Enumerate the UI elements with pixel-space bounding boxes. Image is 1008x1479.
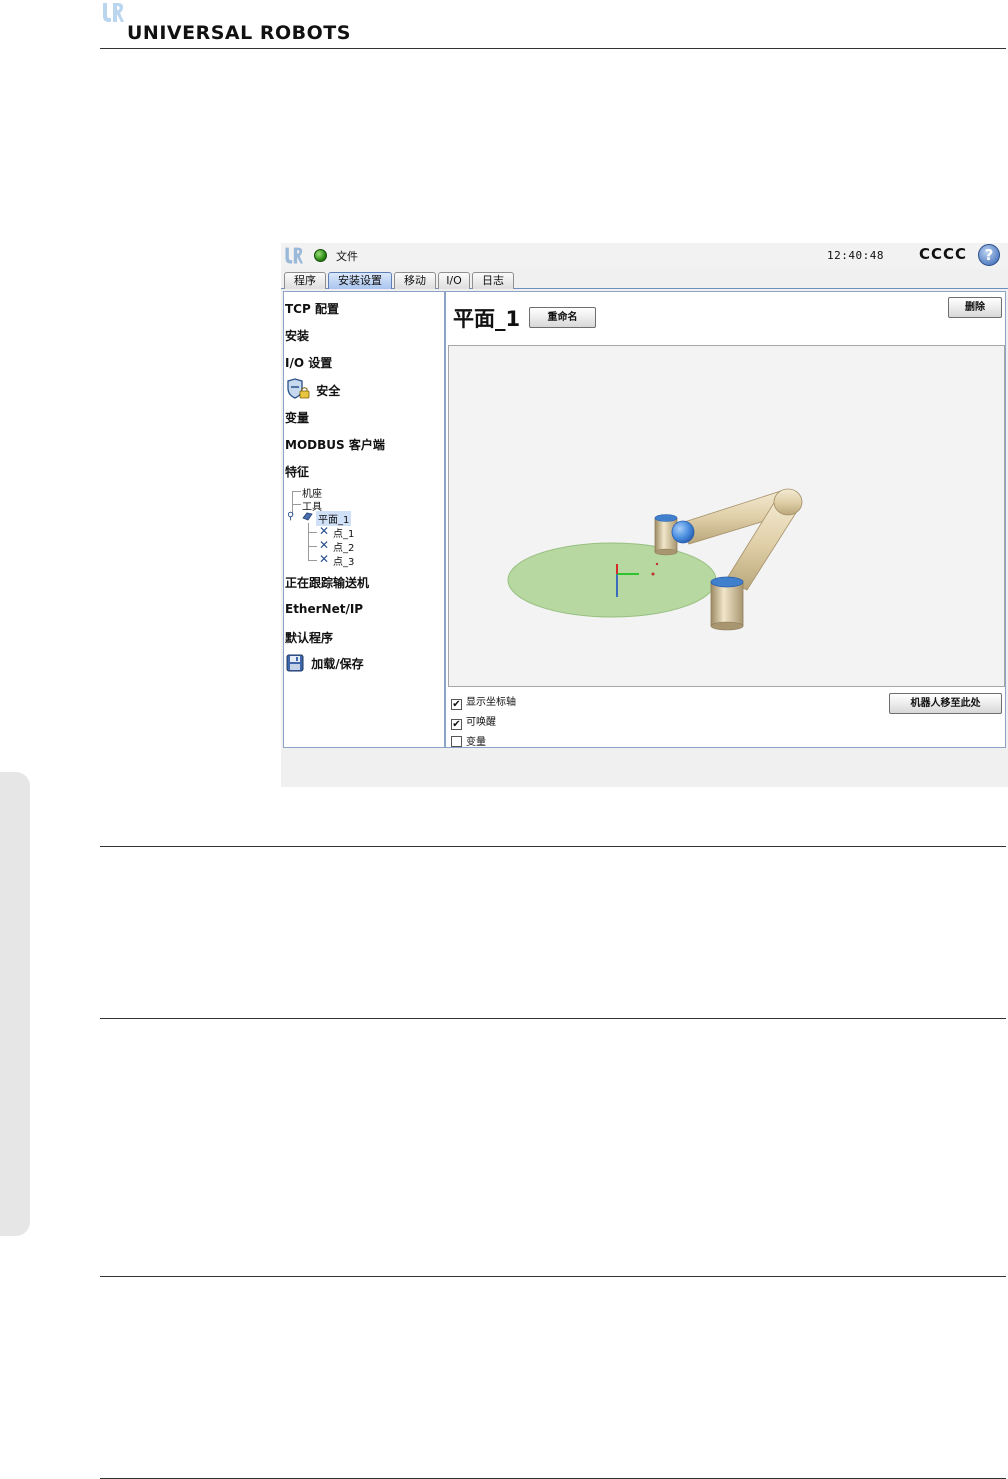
header-rule [100, 48, 1006, 49]
ur-logo-icon [285, 247, 303, 264]
section-rule [100, 846, 1006, 847]
title-bar: 文件 12:40:48 CCCC ? [281, 243, 1008, 269]
variable-checkbox[interactable] [451, 736, 462, 747]
plane-feature-icon [302, 512, 313, 521]
tree-line [308, 532, 317, 533]
floppy-disk-icon [286, 654, 304, 672]
nav-tcp-config[interactable]: TCP 配置 [285, 300, 339, 317]
point-icon: ✕ [319, 524, 330, 538]
point-icon: ✕ [319, 538, 330, 552]
variable-row[interactable]: 变量 [451, 733, 486, 748]
tab-move[interactable]: 移动 [394, 272, 436, 289]
tree-line [292, 491, 301, 492]
tab-log[interactable]: 日志 [472, 272, 514, 289]
tree-line [292, 504, 301, 505]
brand-name: UNIVERSAL ROBOTS [127, 22, 351, 44]
show-axes-label: 显示坐标轴 [466, 697, 516, 708]
polyscope-window: 文件 12:40:48 CCCC ? 程序 安装设置 移动 I/O 日志 TCP… [281, 243, 1008, 787]
tab-installation[interactable]: 安装设置 [328, 272, 392, 289]
robot-wrist-joint [671, 520, 695, 544]
nav-ethernet-ip[interactable]: EtherNet/IP [285, 602, 363, 616]
tree-expand-icon[interactable]: ⚲ [287, 511, 294, 522]
file-menu[interactable]: 文件 [336, 248, 358, 264]
tab-program[interactable]: 程序 [284, 272, 326, 289]
installation-nav: TCP 配置 安装 I/O 设置 安全 变量 MODBUS 客户端 特征 机座 … [283, 291, 445, 748]
robot-base-bottom [710, 621, 744, 631]
robot-3d-view[interactable] [449, 346, 1004, 686]
robot-base [710, 581, 744, 627]
nav-default-program[interactable]: 默认程序 [285, 629, 333, 646]
point-marker [655, 562, 659, 566]
nav-safety[interactable]: 安全 [286, 378, 340, 400]
ur-logo-icon [103, 3, 124, 22]
tree-item-point-2[interactable]: 点_2 [333, 539, 354, 554]
nav-io-setup[interactable]: I/O 设置 [285, 354, 332, 371]
nav-mounting[interactable]: 安装 [285, 327, 309, 344]
joggable-label: 可唤醒 [466, 717, 496, 728]
tree-item-point-3[interactable]: 点_3 [333, 553, 354, 568]
shield-lock-icon [287, 378, 310, 399]
tree-line [308, 523, 309, 560]
robot-base-top [710, 576, 744, 588]
feature-details-panel: 平面_1 重命名 删除 ✔ 显示坐标轴 ✔ 可唤醒 变量 机器人移至此处 [445, 291, 1006, 748]
tab-io[interactable]: I/O [438, 272, 470, 289]
robot-wrist-top [654, 514, 678, 522]
robot-name: CCCC [919, 245, 968, 263]
robot-status-icon[interactable] [314, 249, 327, 262]
main-tabs: 程序 安装设置 移动 I/O 日志 [281, 270, 1008, 289]
feature-title: 平面_1 [453, 307, 521, 331]
nav-modbus-client[interactable]: MODBUS 客户端 [285, 436, 385, 453]
3d-viewport[interactable] [448, 345, 1005, 687]
rename-button[interactable]: 重命名 [529, 307, 596, 328]
universal-robots-logo: UNIVERSAL ROBOTS [100, 2, 350, 46]
clock: 12:40:48 [827, 249, 884, 262]
chapter-side-tab [0, 772, 30, 1236]
section-rule [100, 1276, 1006, 1277]
show-axes-checkbox[interactable]: ✔ [451, 699, 462, 710]
point-icon: ✕ [319, 552, 330, 566]
nav-features[interactable]: 特征 [285, 463, 309, 480]
section-rule [100, 1018, 1006, 1019]
nav-safety-label: 安全 [316, 384, 341, 398]
robot-wrist-bottom [654, 548, 678, 556]
delete-button[interactable]: 删除 [948, 297, 1002, 318]
tree-item-point-1[interactable]: 点_1 [333, 525, 354, 540]
tree-line [308, 546, 317, 547]
robot-elbow-joint [773, 488, 803, 516]
nav-variables[interactable]: 变量 [285, 409, 309, 426]
feature-plane [507, 542, 717, 618]
point-marker [651, 572, 655, 576]
variable-label: 变量 [466, 737, 486, 748]
tree-line [308, 560, 317, 561]
nav-load-save[interactable]: 加载/保存 [286, 654, 364, 672]
joggable-row[interactable]: ✔ 可唤醒 [451, 713, 496, 730]
nav-conveyor-tracking[interactable]: 正在跟踪输送机 [285, 574, 369, 591]
help-icon[interactable]: ? [978, 244, 1000, 266]
show-axes-row[interactable]: ✔ 显示坐标轴 [451, 693, 516, 710]
nav-load-save-label: 加载/保存 [311, 657, 364, 671]
joggable-checkbox[interactable]: ✔ [451, 719, 462, 730]
move-robot-here-button[interactable]: 机器人移至此处 [889, 693, 1002, 714]
